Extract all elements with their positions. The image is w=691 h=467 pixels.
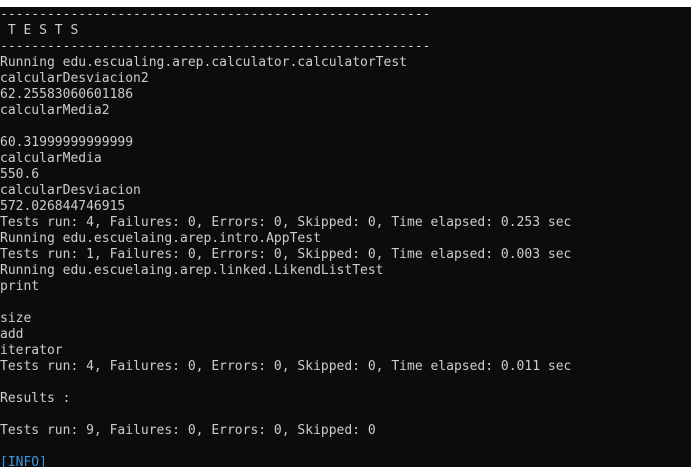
console-line: calcularDesviacion2	[0, 71, 149, 86]
console-line: Running edu.escuelaing.arep.intro.AppTes…	[0, 231, 321, 246]
scrollbar-track[interactable]	[685, 7, 691, 467]
console-line: print	[0, 279, 40, 294]
console-line: Tests run: 9, Failures: 0, Errors: 0, Sk…	[0, 423, 376, 438]
info-log-tag: [INFO]	[0, 455, 47, 467]
console-line: 60.31999999999999	[0, 135, 134, 150]
console-line: 62.25583060601186	[0, 87, 134, 102]
console-line: 572.026844746915	[0, 199, 126, 214]
console-line: Tests run: 4, Failures: 0, Errors: 0, Sk…	[0, 359, 572, 374]
console-window[interactable]: ----------------------------------------…	[0, 0, 691, 467]
console-line: T E S T S	[0, 23, 79, 38]
console-line: Tests run: 4, Failures: 0, Errors: 0, Sk…	[0, 215, 572, 230]
console-line: Tests run: 1, Failures: 0, Errors: 0, Sk…	[0, 247, 572, 262]
window-top-strip	[0, 0, 691, 7]
console-line: ----------------------------------------…	[0, 39, 431, 54]
console-line: 550.6	[0, 167, 40, 182]
console-line: calcularDesviacion	[0, 183, 141, 198]
console-line: Running edu.escuelaing.arep.linked.Liken…	[0, 263, 384, 278]
console-output[interactable]: ----------------------------------------…	[0, 7, 691, 467]
console-line: ----------------------------------------…	[0, 7, 431, 22]
console-line: calcularMedia	[0, 151, 102, 166]
console-line: size	[0, 311, 32, 326]
console-line: Results :	[0, 391, 71, 406]
console-line: add	[0, 327, 24, 342]
console-line: iterator	[0, 343, 63, 358]
console-line: calcularMedia2	[0, 103, 110, 118]
console-line: Running edu.escualing.arep.calculator.ca…	[0, 55, 407, 70]
